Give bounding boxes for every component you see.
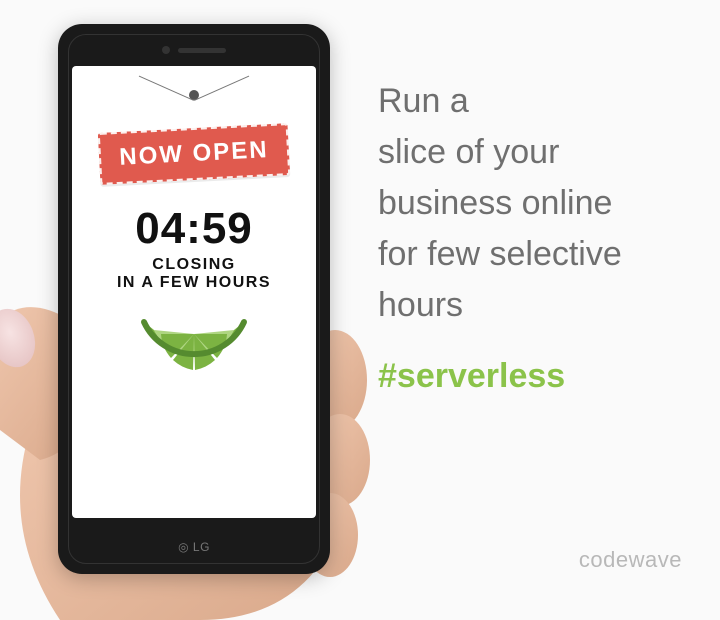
marketing-copy: Run a slice of your business online for … [378,76,698,402]
sign-label: NOW OPEN [98,123,290,185]
hashtag: #serverless [378,351,698,402]
promo-graphic: ◎ LG NOW OPEN 04:59 CLOSING IN A FEW HOU… [0,0,720,603]
copy-line: business online [378,178,698,229]
phone-screen: NOW OPEN 04:59 CLOSING IN A FEW HOURS [72,66,316,518]
countdown-time: 04:59 [135,204,253,254]
brand-watermark: codewave [579,547,682,573]
phone-brand-logo: ◎ LG [178,540,210,554]
phone-earpiece [162,46,226,54]
now-open-sign: NOW OPEN [99,96,289,186]
lime-slice-icon [139,312,249,382]
closing-label-2: IN A FEW HOURS [117,274,271,292]
closing-label-1: CLOSING [152,256,235,274]
copy-line: hours [378,280,698,331]
copy-line: for few selective [378,229,698,280]
copy-line: Run a [378,76,698,127]
phone-mockup: ◎ LG NOW OPEN 04:59 CLOSING IN A FEW HOU… [58,24,330,574]
copy-line: slice of your [378,127,698,178]
